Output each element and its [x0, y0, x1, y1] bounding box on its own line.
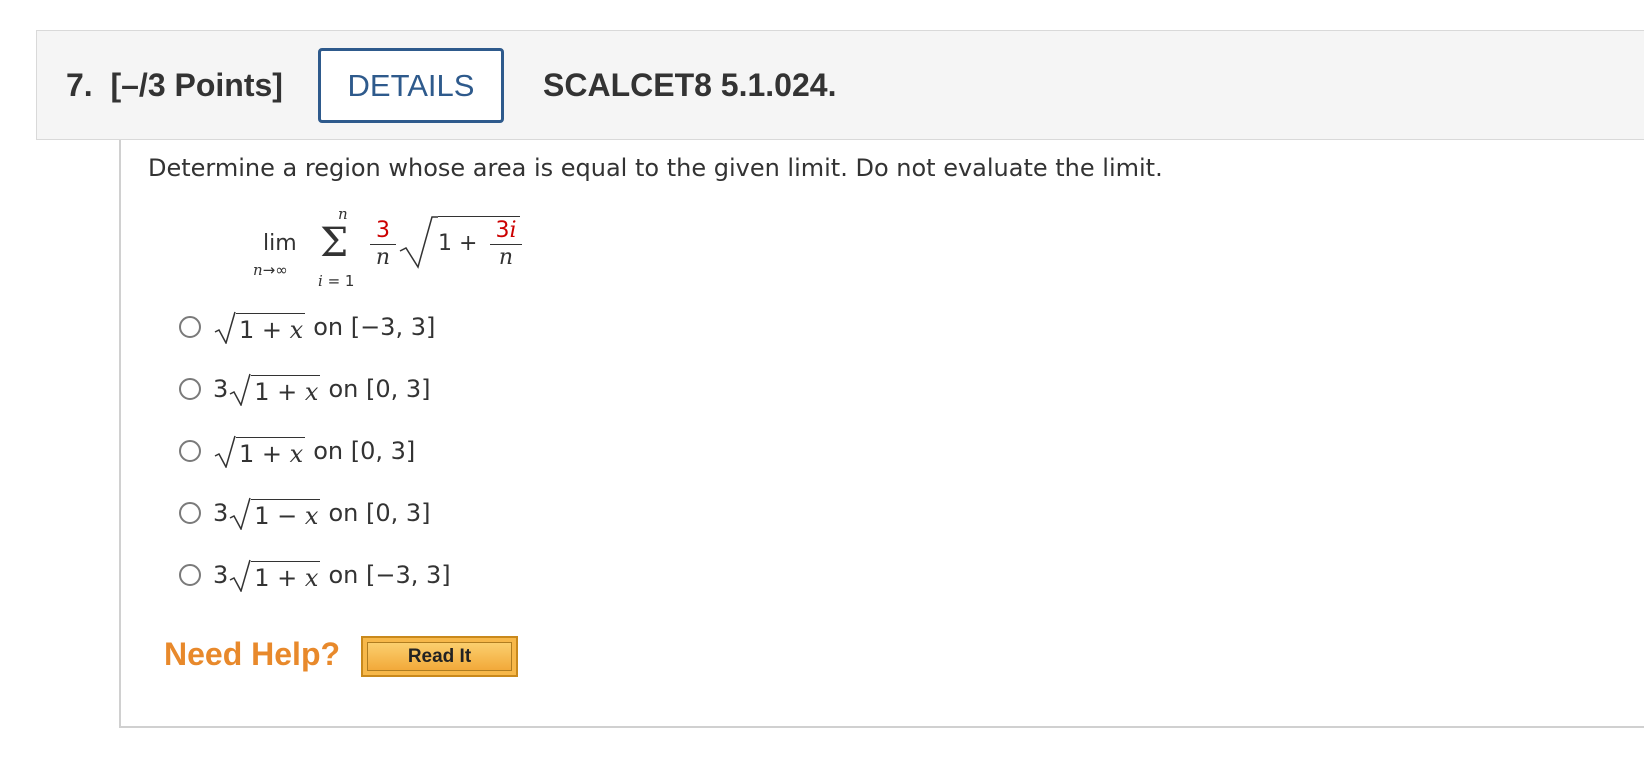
- option-interval: on [−3, 3]: [313, 313, 436, 341]
- option-interval: on [−3, 3]: [328, 561, 451, 589]
- fraction-numerator: 3: [376, 218, 390, 243]
- sum-lower-limit: i = 1: [318, 272, 354, 290]
- fraction-denominator: n: [498, 245, 514, 270]
- fraction-3-over-n: 3 n: [370, 219, 396, 270]
- option-1[interactable]: 1 + x on [−3, 3]: [179, 310, 435, 344]
- square-root-icon: [229, 497, 252, 530]
- radicand-var: x: [304, 564, 319, 592]
- radical-overline: [438, 216, 520, 217]
- need-help-label: Need Help?: [164, 636, 341, 672]
- option-2[interactable]: 3 1 + x on [0, 3]: [179, 372, 431, 406]
- radicand-var: x: [304, 378, 319, 406]
- radio-button[interactable]: [179, 440, 201, 462]
- square-root-icon: [229, 373, 252, 406]
- radicand: 1 + x: [251, 561, 321, 592]
- radicand-prefix: 1 +: [239, 440, 290, 468]
- radicand: 1 + x: [236, 313, 306, 344]
- square-root-icon: [214, 435, 236, 468]
- radicand-one-plus: 1 +: [438, 231, 478, 256]
- radio-button[interactable]: [179, 378, 201, 400]
- question-prompt: Determine a region whose area is equal t…: [148, 154, 1163, 182]
- option-coefficient: 3: [213, 561, 229, 589]
- read-it-button[interactable]: Read It: [361, 636, 518, 677]
- option-4[interactable]: 3 1 − x on [0, 3]: [179, 496, 431, 530]
- option-3[interactable]: 1 + x on [0, 3]: [179, 434, 415, 468]
- question-number: 7. [–/3 Points]: [66, 67, 283, 104]
- radicand: 1 + x: [251, 375, 321, 406]
- radicand-var: x: [304, 502, 319, 530]
- lim-infinity: ∞: [275, 261, 288, 279]
- radicand-var: x: [289, 440, 304, 468]
- numerator-coef: 3: [495, 218, 510, 243]
- square-root-expression: 1 + x: [229, 372, 321, 406]
- square-root-expression: 1 + x: [229, 558, 321, 592]
- radicand-prefix: 1 +: [239, 316, 290, 344]
- square-root-icon: [214, 311, 236, 344]
- problem-code: SCALCET8 5.1.024.: [543, 67, 837, 103]
- option-interval: on [0, 3]: [328, 375, 431, 403]
- radio-button[interactable]: [179, 502, 201, 524]
- points-label: [–/3 Points]: [110, 67, 283, 103]
- square-root-expression: 1 + x: [214, 434, 306, 468]
- lim-subscript: n→∞: [253, 261, 288, 279]
- radio-button[interactable]: [179, 316, 201, 338]
- square-root-expression: 1 + x: [214, 310, 306, 344]
- sigma-symbol: Σ: [320, 220, 349, 266]
- radio-button[interactable]: [179, 564, 201, 586]
- lim-var: n: [253, 261, 263, 279]
- sum-lower-rest: = 1: [322, 272, 355, 290]
- numerator-var: i: [509, 218, 517, 243]
- radicand-var: x: [289, 316, 304, 344]
- question-number-label: 7.: [66, 67, 93, 103]
- radicand-prefix: 1 +: [254, 564, 305, 592]
- lim-arrow: →: [262, 261, 276, 279]
- square-root-icon: [229, 559, 252, 592]
- radicand: 1 + x: [236, 437, 306, 468]
- fraction-denominator: n: [375, 245, 391, 270]
- fraction-numerator: 3i: [490, 219, 522, 243]
- details-button[interactable]: DETAILS: [318, 48, 504, 123]
- square-root-symbol: [399, 216, 438, 269]
- read-it-button-label[interactable]: Read It: [367, 642, 512, 671]
- radicand-prefix: 1 +: [254, 378, 305, 406]
- fraction-3i-over-n: 3i n: [490, 219, 522, 270]
- option-coefficient: 3: [213, 499, 229, 527]
- option-5[interactable]: 3 1 + x on [−3, 3]: [179, 558, 451, 592]
- option-coefficient: 3: [213, 375, 229, 403]
- limit-expression: lim n→∞ n Σ i = 1 3 n 1 + 3i n: [250, 205, 540, 300]
- lim-word: lim: [263, 231, 297, 256]
- radicand-prefix: 1 −: [254, 502, 305, 530]
- question-header: 7. [–/3 Points] DETAILS SCALCET8 5.1.024…: [36, 30, 1644, 140]
- radicand: 1 − x: [251, 499, 321, 530]
- option-interval: on [0, 3]: [328, 499, 431, 527]
- option-interval: on [0, 3]: [313, 437, 416, 465]
- square-root-expression: 1 − x: [229, 496, 321, 530]
